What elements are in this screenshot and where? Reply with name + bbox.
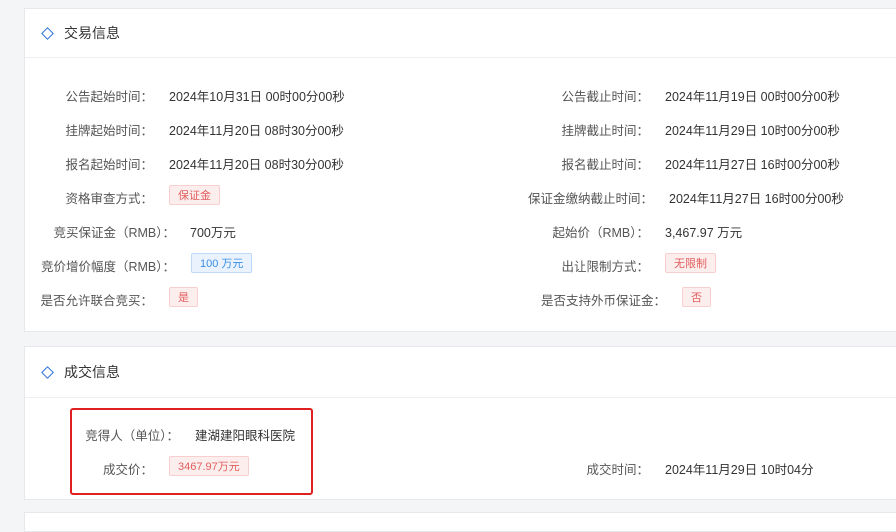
joint-bid-tag: 是 [169,287,198,307]
bid-increment-label: 竞价增价幅度（RMB）： [40,260,175,274]
notice-start-value: 2024年10月31日 00时00分00秒 [169,90,345,104]
signup-start-label: 报名起始时间： [65,158,153,172]
diamond-icon [41,26,54,40]
transfer-restriction-label: 出让限制方式： [561,260,649,274]
notice-start-label: 公告起始时间： [65,90,153,104]
next-card-edge [24,512,896,532]
starting-price-value: 3,467.97 万元 [665,226,743,240]
deposit-label: 竞买保证金（RMB）： [53,226,175,240]
signup-end-label: 报名截止时间： [561,158,649,172]
listing-end-label: 挂牌截止时间： [561,124,649,138]
deal-time-label: 成交时间： [586,463,649,477]
qualification-method-tag: 保证金 [169,185,220,205]
foreign-currency-label: 是否支持外币保证金： [540,294,666,308]
deposit-deadline-label: 保证金缴纳截止时间： [527,192,653,206]
starting-price-label: 起始价（RMB）： [552,226,649,240]
winner-highlight-box [70,408,313,495]
deal-info-title: 成交信息 [64,364,120,380]
signup-start-value: 2024年11月20日 08时30分00秒 [169,158,344,172]
trade-info-title: 交易信息 [64,25,120,41]
trade-info-header: 交易信息 [25,9,896,58]
listing-end-value: 2024年11月29日 10时00分00秒 [665,124,840,138]
listing-start-label: 挂牌起始时间： [65,124,153,138]
signup-end-value: 2024年11月27日 16时00分00秒 [665,158,840,172]
transfer-restriction-tag: 无限制 [665,253,716,273]
foreign-currency-tag: 否 [682,287,711,307]
deposit-deadline-value: 2024年11月27日 16时00分00秒 [669,192,844,206]
joint-bid-label: 是否允许联合竞买： [40,294,153,308]
diamond-icon [41,365,54,379]
qualification-method-label: 资格审查方式： [65,192,153,206]
deal-info-header: 成交信息 [25,347,896,398]
deal-time-value: 2024年11月29日 10时04分 [665,463,814,477]
notice-end-label: 公告截止时间： [561,90,649,104]
listing-start-value: 2024年11月20日 08时30分00秒 [169,124,344,138]
notice-end-value: 2024年11月19日 00时00分00秒 [665,90,840,104]
deposit-value: 700万元 [190,226,236,240]
bid-increment-tag: 100 万元 [191,253,253,273]
